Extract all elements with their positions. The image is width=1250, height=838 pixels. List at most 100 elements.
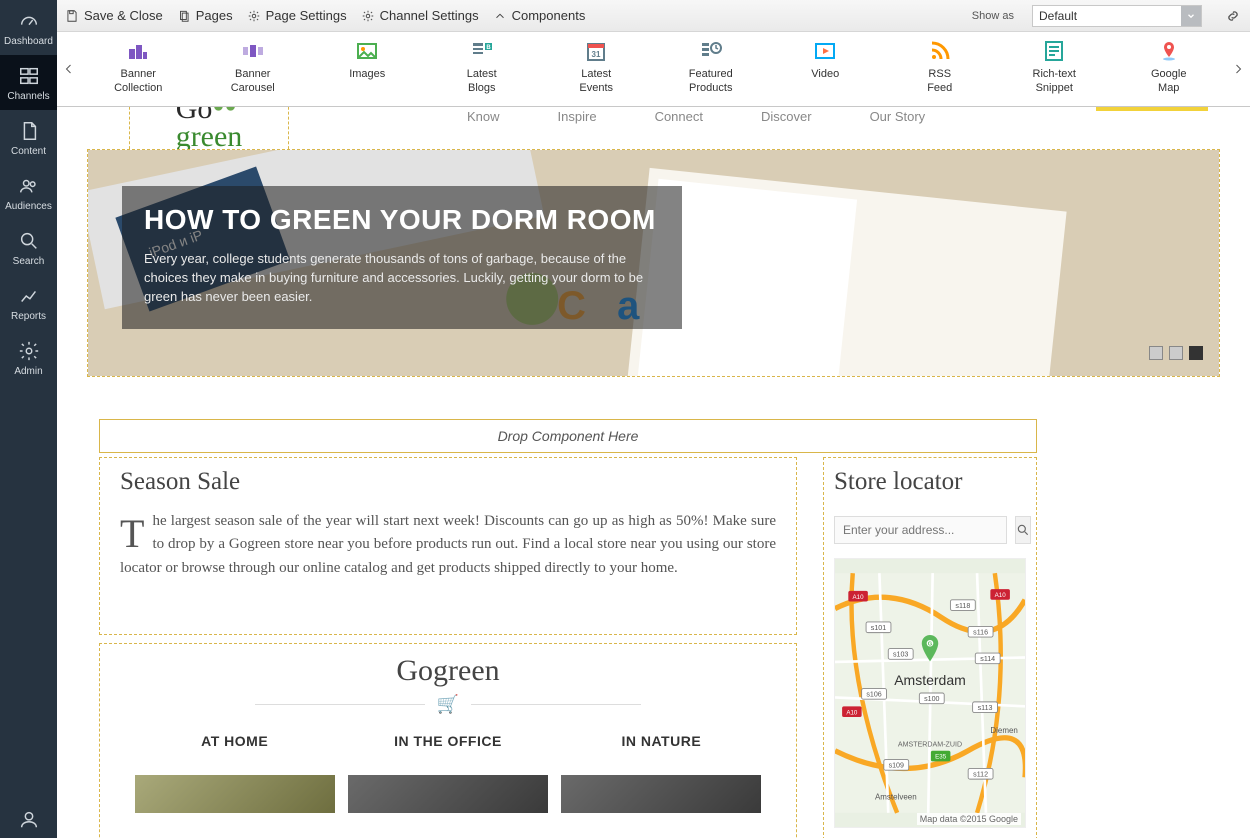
blog-icon: B xyxy=(469,38,495,64)
hero-description: Every year, college students generate th… xyxy=(144,250,660,307)
ribbon-next[interactable] xyxy=(1226,32,1250,106)
nav-know[interactable]: Know xyxy=(467,109,500,124)
sidebar-label: Content xyxy=(11,146,46,157)
season-sale-component[interactable]: Season Sale T he largest season sale of … xyxy=(99,457,797,635)
drop-zone[interactable]: Drop Component Here xyxy=(99,419,1037,453)
ribbon-prev[interactable] xyxy=(57,32,81,106)
user-icon xyxy=(18,808,40,830)
nav-our-story[interactable]: Our Story xyxy=(870,109,926,124)
components-toggle[interactable]: Components xyxy=(493,8,586,23)
season-sale-title: Season Sale xyxy=(120,468,776,496)
map[interactable]: s101 s103 s106 s118 s116 s114 s100 s113 … xyxy=(834,558,1026,828)
rib-latest-blogs[interactable]: B LatestBlogs xyxy=(427,38,537,96)
carousel-dot[interactable] xyxy=(1149,346,1163,360)
gauge-icon xyxy=(18,10,40,32)
sidebar-item-content[interactable]: Content xyxy=(0,110,57,165)
nav-inspire[interactable]: Inspire xyxy=(558,109,597,124)
svg-text:s118: s118 xyxy=(955,602,970,610)
sidebar-label: Dashboard xyxy=(4,36,53,47)
svg-text:s113: s113 xyxy=(978,704,993,712)
rib-featured-products[interactable]: FeaturedProducts xyxy=(656,38,766,96)
ribbon-items: BannerCollection BannerCarousel Images B… xyxy=(81,32,1226,106)
hero-text-overlay: HOW TO GREEN YOUR DORM ROOM Every year, … xyxy=(122,186,682,329)
svg-text:B: B xyxy=(486,45,491,51)
svg-text:s103: s103 xyxy=(893,651,908,659)
gear-icon xyxy=(361,9,375,23)
divider: 🛒 xyxy=(100,694,796,715)
nav-discover[interactable]: Discover xyxy=(761,109,812,124)
map-city-label: Amsterdam xyxy=(894,672,966,688)
sidebar-item-channels[interactable]: Channels xyxy=(0,55,57,110)
rib-rss-feed[interactable]: RSSFeed xyxy=(885,38,995,96)
locator-search-button[interactable] xyxy=(1015,516,1031,544)
rib-images[interactable]: Images xyxy=(312,38,422,82)
pages-icon xyxy=(177,9,191,23)
carousel-dot[interactable] xyxy=(1169,346,1183,360)
carousel-dot-active[interactable] xyxy=(1189,346,1203,360)
svg-text:31: 31 xyxy=(592,50,601,59)
yellow-highlight xyxy=(1096,107,1208,111)
sidebar-item-reports[interactable]: Reports xyxy=(0,275,57,330)
rib-video[interactable]: Video xyxy=(770,38,880,82)
show-as-label: Show as xyxy=(972,10,1014,22)
svg-text:Diemen: Diemen xyxy=(990,726,1018,735)
link-icon[interactable] xyxy=(1224,7,1242,25)
page-settings-button[interactable]: Page Settings xyxy=(247,8,347,23)
hero-banner[interactable]: C a iPod и iP HOW TO GREEN YOUR DORM ROO… xyxy=(87,149,1220,377)
map-attribution: Map data ©2015 Google xyxy=(917,813,1021,825)
carousel-indicators xyxy=(1149,346,1203,360)
svg-text:A10: A10 xyxy=(846,709,858,716)
cart-icon: 🛒 xyxy=(437,694,459,715)
channel-settings-button[interactable]: Channel Settings xyxy=(361,8,479,23)
sidebar-item-admin[interactable]: Admin xyxy=(0,330,57,385)
svg-text:E35: E35 xyxy=(935,754,947,761)
chevron-up-icon xyxy=(493,9,507,23)
sidebar-label: Channels xyxy=(7,91,49,102)
chevron-down-icon xyxy=(1181,6,1201,26)
gg-col-home[interactable]: AT HOME xyxy=(135,733,335,813)
rib-banner-collection[interactable]: BannerCollection xyxy=(83,38,193,96)
sidebar-item-search[interactable]: Search xyxy=(0,220,57,275)
images-icon xyxy=(354,38,380,64)
svg-text:AMSTERDAM-ZUID: AMSTERDAM-ZUID xyxy=(898,740,962,748)
thumbnail xyxy=(135,775,335,813)
hero-title: HOW TO GREEN YOUR DORM ROOM xyxy=(144,204,660,236)
gg-col-office[interactable]: IN THE OFFICE xyxy=(348,733,548,813)
video-icon xyxy=(812,38,838,64)
rib-latest-events[interactable]: 31 LatestEvents xyxy=(541,38,651,96)
locator-address-input[interactable] xyxy=(834,516,1007,544)
svg-text:s114: s114 xyxy=(980,655,995,663)
map-marker-icon: G xyxy=(920,635,940,666)
rib-banner-carousel[interactable]: BannerCarousel xyxy=(198,38,308,96)
rib-richtext-snippet[interactable]: Rich-textSnippet xyxy=(999,38,1109,96)
sidebar-label: Search xyxy=(13,256,45,267)
svg-text:s106: s106 xyxy=(866,691,881,699)
site-nav: Know Inspire Connect Discover Our Story xyxy=(467,109,925,124)
gogreen-title: Gogreen xyxy=(100,654,796,688)
rib-google-map[interactable]: GoogleMap xyxy=(1114,38,1224,96)
save-close-button[interactable]: Save & Close xyxy=(65,8,163,23)
nav-connect[interactable]: Connect xyxy=(655,109,703,124)
page-canvas: Go●● green Know Inspire Connect Discover… xyxy=(57,107,1250,838)
richtext-icon xyxy=(1041,38,1067,64)
pages-button[interactable]: Pages xyxy=(177,8,233,23)
svg-text:s116: s116 xyxy=(973,628,988,636)
users-icon xyxy=(18,175,40,197)
sidebar-item-audiences[interactable]: Audiences xyxy=(0,165,57,220)
svg-text:s100: s100 xyxy=(924,695,939,703)
svg-text:G: G xyxy=(928,642,933,648)
gear-icon xyxy=(18,340,40,362)
map-icon xyxy=(1156,38,1182,64)
gg-col-nature[interactable]: IN NATURE xyxy=(561,733,761,813)
sidebar-item-dashboard[interactable]: Dashboard xyxy=(0,0,57,55)
svg-text:Amstelveen: Amstelveen xyxy=(875,793,917,802)
gogreen-component[interactable]: Gogreen 🛒 AT HOME IN THE OFFICE IN NATUR… xyxy=(99,643,797,838)
store-locator-component[interactable]: Store locator s101 s103 s106 xyxy=(823,457,1037,838)
thumbnail xyxy=(561,775,761,813)
sidebar-item-user[interactable] xyxy=(0,798,57,838)
show-as-select[interactable]: Default xyxy=(1032,5,1202,27)
sidebar-label: Audiences xyxy=(5,201,52,212)
svg-text:A10: A10 xyxy=(995,592,1007,599)
chart-icon xyxy=(18,285,40,307)
top-toolbar: Save & Close Pages Page Settings Channel… xyxy=(57,0,1250,32)
